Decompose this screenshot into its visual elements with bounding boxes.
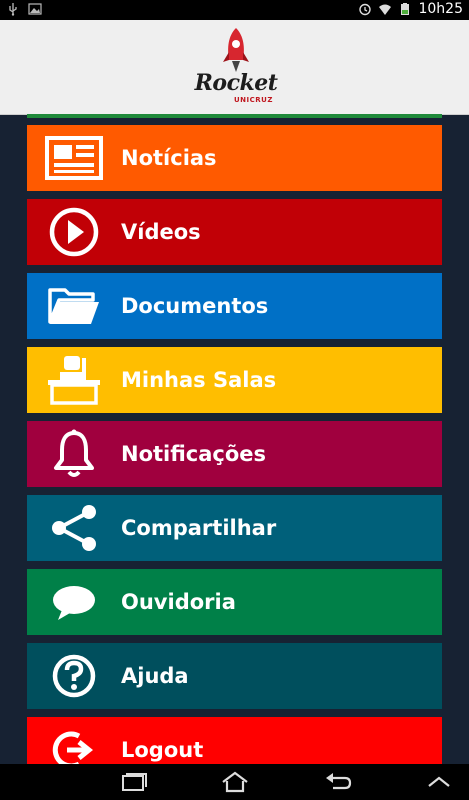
menu-item-documentos[interactable]: Documentos [27, 273, 442, 339]
alarm-icon [359, 3, 372, 16]
menu-item-notificacoes[interactable]: Notificações [27, 421, 442, 487]
logo-subtext: UNICRUZ [234, 96, 273, 104]
battery-icon [401, 3, 410, 15]
folder-icon [48, 288, 99, 324]
navigation-bar [0, 764, 469, 800]
menu-item-label: Vídeos [121, 220, 201, 244]
menu-top-strip [27, 114, 442, 118]
menu-item-ouvidoria[interactable]: Ouvidoria [27, 569, 442, 635]
menu-item-noticias[interactable]: Notícias [27, 125, 442, 191]
menu-item-minhas-salas[interactable]: Minhas Salas [27, 347, 442, 413]
menu-item-label: Notificações [121, 442, 267, 466]
rocket-icon [223, 28, 249, 72]
menu-item-compartilhar[interactable]: Compartilhar [27, 495, 442, 561]
bell-icon [54, 429, 94, 477]
menu-up-icon[interactable] [423, 770, 455, 794]
logout-icon [52, 731, 94, 764]
menu-item-label: Ajuda [121, 664, 189, 688]
menu-item-videos[interactable]: Vídeos [27, 199, 442, 265]
status-bar: 10h25 [0, 0, 469, 20]
app-logo: Rocket UNICRUZ [190, 26, 282, 112]
wifi-icon [379, 4, 392, 15]
usb-icon [9, 3, 17, 16]
help-icon [52, 654, 96, 698]
menu-item-logout[interactable]: Logout [27, 717, 442, 764]
classroom-icon [48, 356, 100, 405]
newspaper-icon [45, 136, 103, 180]
menu-item-label: Documentos [121, 294, 269, 318]
menu-item-label: Compartilhar [121, 516, 277, 540]
main-menu: Notícias Vídeos Documentos Minhas Salas … [27, 114, 442, 764]
menu-item-label: Notícias [121, 146, 217, 170]
chat-icon [53, 586, 95, 620]
home-icon[interactable] [219, 770, 251, 794]
clock: 10h25 [418, 1, 463, 17]
logo-text: Rocket [194, 70, 278, 96]
menu-item-label: Logout [121, 738, 204, 762]
play-icon [49, 207, 99, 257]
menu-item-ajuda[interactable]: Ajuda [27, 643, 442, 709]
back-icon[interactable] [321, 770, 353, 794]
share-icon [52, 505, 96, 551]
app-header: Rocket UNICRUZ [0, 20, 469, 115]
recent-apps-icon[interactable] [117, 770, 149, 794]
menu-item-label: Ouvidoria [121, 590, 236, 614]
image-icon [28, 3, 42, 15]
menu-item-label: Minhas Salas [121, 368, 277, 392]
